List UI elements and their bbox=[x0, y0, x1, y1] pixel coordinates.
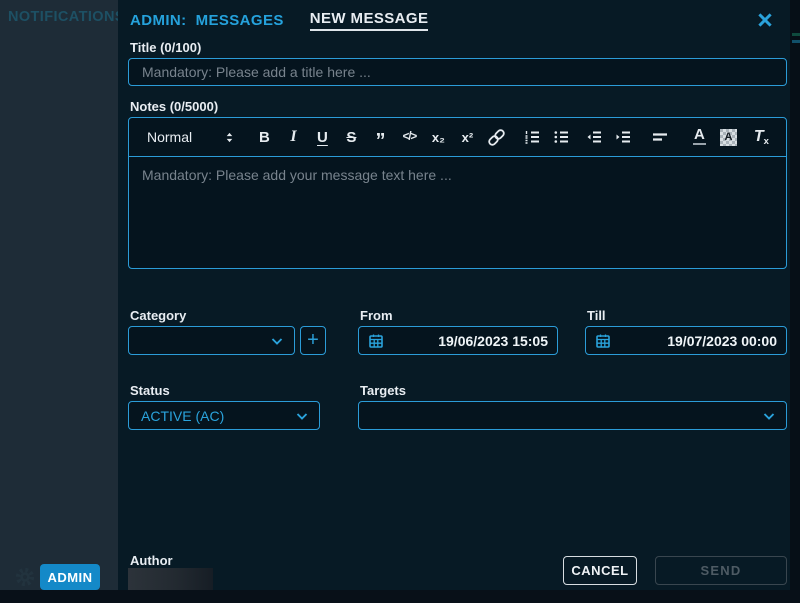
from-label: From bbox=[360, 308, 393, 323]
status-label: Status bbox=[130, 383, 170, 398]
align-icon bbox=[652, 129, 668, 145]
ordered-list-button[interactable] bbox=[518, 124, 547, 150]
category-select[interactable] bbox=[128, 326, 295, 355]
from-date-input[interactable]: 19/06/2023 15:05 bbox=[358, 326, 558, 355]
outdent-icon bbox=[586, 129, 602, 145]
underlay-fragment-green bbox=[792, 33, 800, 36]
targets-label: Targets bbox=[360, 383, 406, 398]
gear-icon[interactable] bbox=[14, 566, 36, 588]
chevron-down-icon bbox=[761, 408, 777, 424]
tab-new-message[interactable]: NEW MESSAGE bbox=[310, 10, 429, 31]
title-label: Title (0/100) bbox=[130, 40, 201, 55]
indent-button[interactable] bbox=[609, 124, 638, 150]
bold-icon: B bbox=[259, 129, 270, 146]
clear-formatting-t: T bbox=[754, 128, 764, 145]
sidebar bbox=[0, 0, 118, 590]
italic-button[interactable]: I bbox=[279, 124, 308, 150]
underlay-fragment-teal bbox=[792, 40, 800, 43]
background-page-title: NOTIFICATIONS ( bbox=[8, 9, 135, 25]
sort-arrows-icon bbox=[223, 130, 236, 145]
text-color-icon: A bbox=[693, 129, 706, 146]
code-icon: </> bbox=[403, 131, 417, 143]
align-button[interactable] bbox=[646, 124, 675, 150]
cancel-button[interactable]: CANCEL bbox=[563, 556, 637, 585]
clear-formatting-icon: Tx bbox=[754, 128, 769, 147]
bullet-list-icon bbox=[553, 129, 569, 145]
calendar-icon bbox=[595, 333, 611, 349]
text-color-button[interactable]: A bbox=[685, 124, 714, 150]
targets-select[interactable] bbox=[358, 401, 787, 430]
notes-label: Notes (0/5000) bbox=[130, 99, 218, 114]
link-button[interactable] bbox=[482, 124, 511, 150]
bullet-list-button[interactable] bbox=[547, 124, 576, 150]
italic-icon: I bbox=[290, 128, 296, 146]
strikethrough-button[interactable]: S bbox=[337, 124, 366, 150]
background-color-icon: A bbox=[720, 129, 737, 146]
author-label: Author bbox=[130, 553, 173, 568]
screen: NOTIFICATIONS ( ADMIN ADMIN: MESSAGES NE… bbox=[0, 0, 800, 603]
chevron-down-icon bbox=[269, 333, 285, 349]
new-message-modal: ADMIN: MESSAGES NEW MESSAGE Title (0/100… bbox=[118, 0, 790, 590]
format-dropdown-value: Normal bbox=[147, 129, 192, 145]
superscript-icon: x² bbox=[462, 130, 474, 145]
page-underlay-bottom bbox=[0, 590, 800, 603]
notes-textarea[interactable]: Mandatory: Please add your message text … bbox=[129, 157, 786, 268]
category-label: Category bbox=[130, 308, 186, 323]
breadcrumb-messages[interactable]: MESSAGES bbox=[196, 12, 284, 29]
calendar-icon bbox=[368, 333, 384, 349]
author-value-redacted bbox=[128, 568, 213, 590]
breadcrumb-admin[interactable]: ADMIN: bbox=[130, 12, 187, 29]
notes-editor: Normal B I U S ” </> x₂ x² bbox=[128, 117, 787, 269]
till-label: Till bbox=[587, 308, 606, 323]
underline-button[interactable]: U bbox=[308, 124, 337, 150]
bold-button[interactable]: B bbox=[250, 124, 279, 150]
superscript-button[interactable]: x² bbox=[453, 124, 482, 150]
blockquote-button[interactable]: ” bbox=[366, 124, 395, 150]
subscript-button[interactable]: x₂ bbox=[424, 124, 453, 150]
strikethrough-icon: S bbox=[346, 129, 356, 146]
background-color-button[interactable]: A bbox=[714, 124, 743, 150]
blockquote-icon: ” bbox=[375, 128, 385, 146]
close-icon bbox=[756, 11, 774, 29]
chevron-down-icon bbox=[294, 408, 310, 424]
clear-formatting-button[interactable]: Tx bbox=[747, 124, 776, 150]
title-input[interactable] bbox=[128, 58, 787, 86]
format-dropdown[interactable]: Normal bbox=[147, 124, 236, 150]
status-select[interactable]: ACTIVE (AC) bbox=[128, 401, 320, 430]
subscript-icon: x₂ bbox=[432, 130, 445, 145]
till-date-input[interactable]: 19/07/2023 00:00 bbox=[585, 326, 787, 355]
page-underlay-right bbox=[790, 0, 800, 590]
ordered-list-icon bbox=[524, 129, 540, 145]
text-color-letter: A bbox=[694, 129, 705, 141]
send-button[interactable]: SEND bbox=[655, 556, 787, 585]
link-icon bbox=[488, 129, 505, 146]
till-date-value: 19/07/2023 00:00 bbox=[667, 333, 777, 349]
status-select-value: ACTIVE (AC) bbox=[141, 408, 224, 424]
modal-header: ADMIN: MESSAGES NEW MESSAGE bbox=[130, 8, 774, 32]
add-category-button[interactable]: + bbox=[300, 326, 326, 355]
from-date-value: 19/06/2023 15:05 bbox=[438, 333, 548, 349]
close-button[interactable] bbox=[756, 11, 774, 29]
text-color-bar bbox=[693, 143, 706, 146]
editor-toolbar: Normal B I U S ” </> x₂ x² bbox=[129, 118, 786, 157]
indent-icon bbox=[615, 129, 631, 145]
underline-icon: U bbox=[317, 129, 328, 146]
admin-button[interactable]: ADMIN bbox=[40, 564, 100, 590]
clear-formatting-x: x bbox=[764, 136, 769, 147]
outdent-button[interactable] bbox=[580, 124, 609, 150]
plus-icon: + bbox=[307, 329, 319, 352]
code-block-button[interactable]: </> bbox=[395, 124, 424, 150]
